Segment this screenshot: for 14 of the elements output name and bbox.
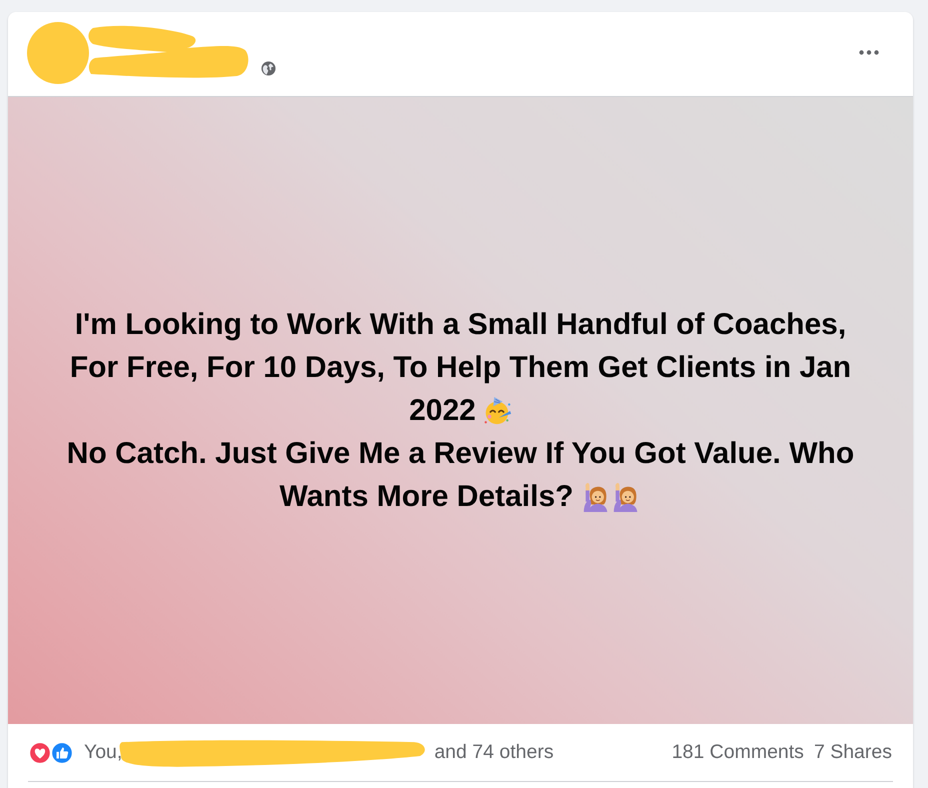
globe-icon [261, 61, 276, 76]
reactions-summary-end[interactable]: and 74 others [434, 738, 554, 768]
reactions-summary-start[interactable]: You, [84, 738, 122, 768]
heart-reaction-icon [28, 740, 52, 764]
thumbs-up-reaction-icon [50, 740, 74, 764]
post-text: No Catch. Just Give Me a Review If You Got Value. Who [66, 436, 854, 472]
shares-count-link[interactable]: 7 Shares [814, 738, 892, 768]
post-text: 2022 [409, 393, 476, 429]
more-icon [859, 50, 879, 55]
party-face-icon [482, 396, 512, 426]
post-text: I'm Looking to Work With a Small Handful of Coaches, [74, 307, 846, 343]
post-text: For Free, For 10 Days, To Help Them Get Clients in Jan [70, 350, 852, 386]
comments-count-link[interactable]: 181 Comments [672, 738, 804, 768]
post-text: Wants More Details? [280, 479, 574, 515]
